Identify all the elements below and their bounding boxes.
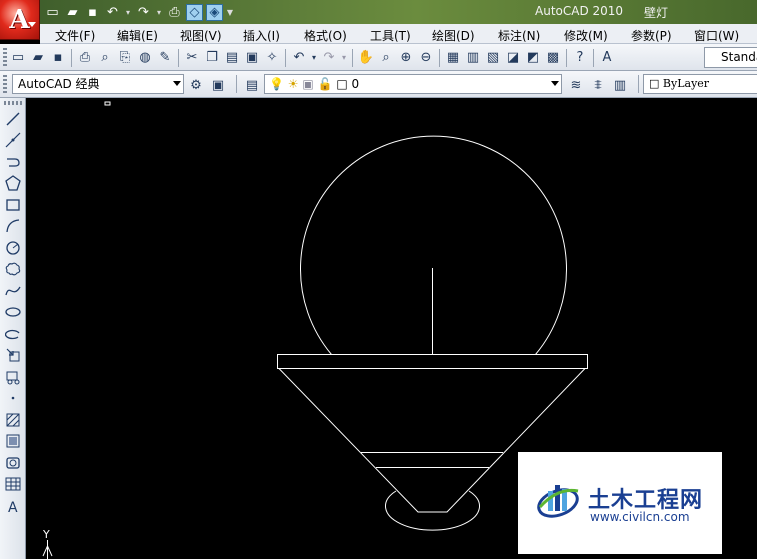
autocad-logo-icon: A <box>9 4 30 35</box>
chevron-down-icon <box>28 22 36 27</box>
civilcn-logo-icon <box>537 485 579 518</box>
bottom-ellipse[interactable] <box>385 490 480 531</box>
ucs-y-label: Y <box>42 528 50 541</box>
watermark-url: www.civilcn.com <box>590 510 690 524</box>
application-menu-button[interactable]: A <box>0 0 40 40</box>
cursor-marker <box>104 101 111 106</box>
watermark-badge: 土木工程网 www.civilcn.com <box>518 452 722 554</box>
bulb-circle[interactable] <box>300 135 567 355</box>
base-plate[interactable] <box>277 354 588 369</box>
